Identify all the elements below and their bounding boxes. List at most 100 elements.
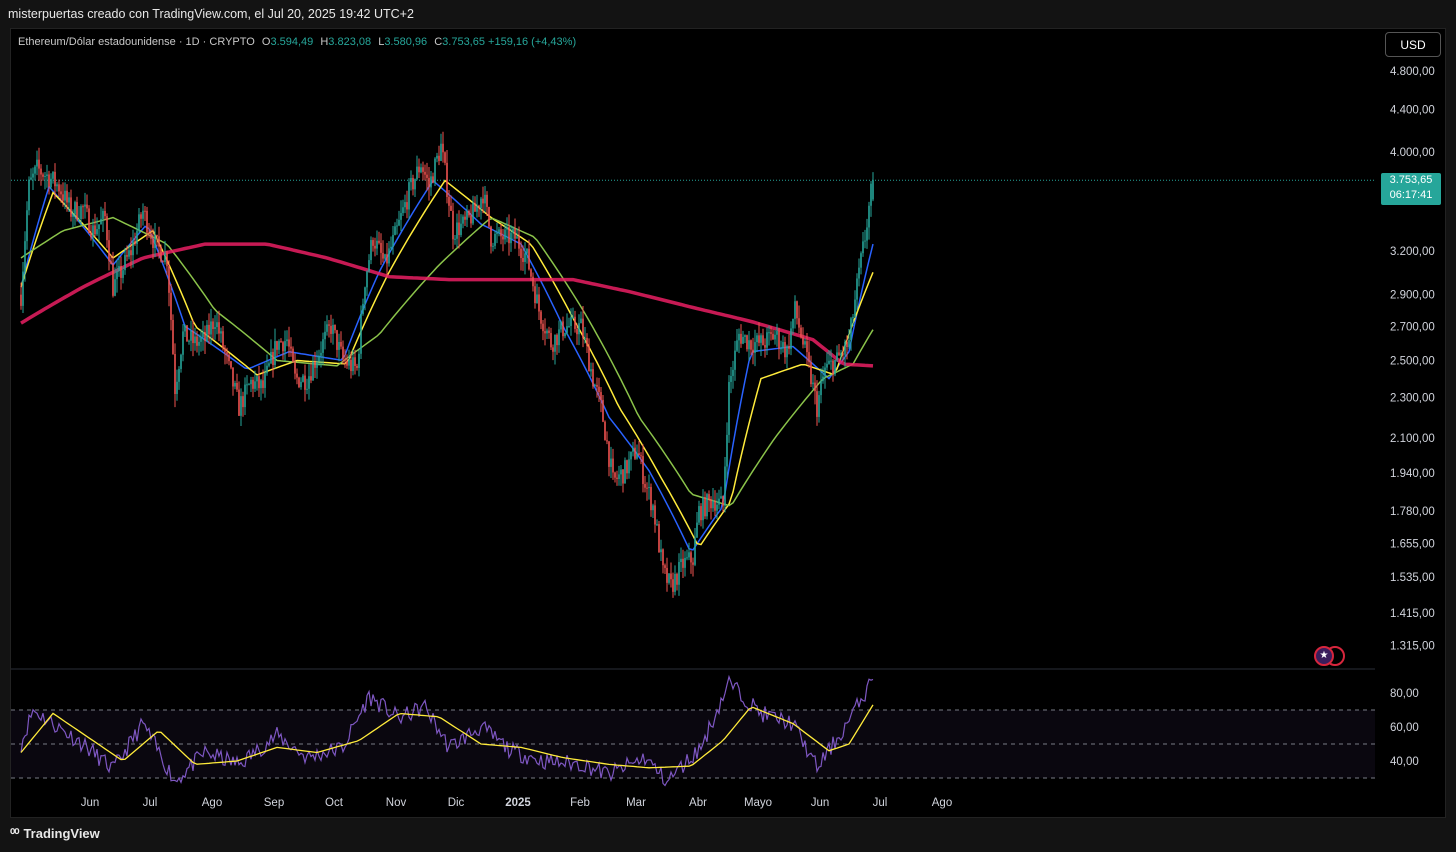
candle-body	[38, 159, 40, 169]
brand-name: TradingView	[23, 826, 100, 841]
candle-body	[544, 331, 546, 334]
candle-body	[142, 210, 144, 219]
candle-body	[316, 361, 318, 368]
price-axis-label: 1.535,00	[1390, 572, 1435, 584]
candle-body	[802, 337, 804, 345]
date-axis-label: Jul	[873, 797, 888, 809]
candle-body	[28, 179, 30, 211]
candle-body	[456, 222, 458, 239]
candle-body	[406, 202, 408, 210]
candle-body	[96, 229, 98, 235]
candle-body	[302, 375, 304, 382]
candle-body	[416, 166, 418, 180]
candle-body	[744, 335, 746, 337]
candle-body	[706, 494, 708, 517]
candle-body	[462, 216, 464, 224]
candle-body	[332, 324, 334, 334]
candle-body	[100, 218, 102, 225]
candle-body	[818, 395, 820, 417]
candle-body	[724, 466, 726, 506]
candle-body	[864, 240, 866, 242]
candle-body	[312, 361, 314, 381]
price-chart[interactable]: 4.800,00 4.400,00 4.000,00 3.200,00 2.900,00…	[0, 0, 1456, 852]
price-axis-label: 4.400,00	[1390, 105, 1435, 117]
candle-body	[180, 354, 182, 369]
candle-body	[70, 197, 72, 217]
candle-body	[404, 202, 406, 208]
candle-body	[630, 451, 632, 460]
candle-body	[488, 206, 490, 227]
candle-body	[756, 335, 758, 343]
candle-body	[680, 558, 682, 563]
candle-body	[694, 537, 696, 565]
candle-body	[504, 229, 506, 240]
candle-body	[662, 549, 664, 566]
candle-body	[584, 337, 586, 339]
candle-body	[786, 346, 788, 358]
price-axis-label: 2.100,00	[1390, 433, 1435, 445]
candle-body	[414, 179, 416, 190]
candle-body	[690, 552, 692, 563]
us-flag-icon[interactable]: ★	[1314, 646, 1334, 666]
candle-body	[678, 562, 680, 585]
candle-body	[494, 233, 496, 246]
candle-body	[624, 460, 626, 484]
candle-body	[220, 331, 222, 334]
candle-body	[184, 325, 186, 332]
candle-body	[234, 383, 236, 387]
candle-body	[702, 497, 704, 521]
candle-body	[330, 325, 332, 334]
candle-body	[752, 349, 754, 353]
candle-body	[686, 557, 688, 559]
candle-body	[306, 388, 308, 390]
candle-body	[168, 266, 170, 293]
price-axis-label: 1.315,00	[1390, 641, 1435, 653]
candle-body	[506, 226, 508, 230]
price-axis-label: 3.200,00	[1390, 246, 1435, 258]
candle-body	[210, 321, 212, 335]
candle-body	[692, 562, 694, 565]
candle-body	[90, 232, 92, 238]
date-axis-label: Nov	[386, 797, 407, 809]
candle-body	[636, 453, 638, 459]
high-value: 3.823,08	[328, 36, 372, 48]
candle-body	[202, 331, 204, 338]
candle-body	[588, 345, 590, 372]
candle-body	[568, 326, 570, 328]
close-value: 3.753,65	[442, 36, 485, 48]
candle-body	[830, 360, 832, 362]
rsi-layer	[11, 674, 1375, 787]
candle-body	[822, 376, 824, 382]
candle-body	[244, 384, 246, 408]
candle-body	[78, 219, 80, 221]
symbol-name[interactable]: Ethereum/Dólar estadounidense · 1D · CRY…	[18, 36, 255, 48]
tradingview-brand[interactable]: ⁰⁰ TradingView	[10, 826, 100, 842]
candle-body	[444, 152, 446, 163]
price-axis-label: 2.300,00	[1390, 392, 1435, 404]
candle-body	[246, 384, 248, 386]
currency-button[interactable]: USD	[1385, 32, 1441, 57]
candle-body	[638, 453, 640, 456]
candle-body	[252, 379, 254, 389]
candle-body	[206, 324, 208, 342]
candle-body	[466, 210, 468, 220]
candle-body	[870, 183, 872, 206]
candle-body	[94, 225, 96, 235]
candle-body	[352, 357, 354, 372]
candle-body	[760, 335, 762, 343]
price-axis-label: 1.415,00	[1390, 608, 1435, 620]
candle-body	[810, 362, 812, 385]
candle-body	[320, 352, 322, 356]
candle-body	[166, 253, 168, 267]
candle-body	[434, 158, 436, 183]
candle-body	[72, 214, 74, 217]
candle-body	[198, 341, 200, 346]
candle-body	[118, 265, 120, 272]
candle-body	[574, 316, 576, 329]
candle-body	[394, 226, 396, 235]
candle-body	[682, 558, 684, 568]
candle-body	[556, 334, 558, 346]
candle-body	[564, 333, 566, 337]
candle-body	[230, 361, 232, 368]
candle-body	[122, 270, 124, 278]
